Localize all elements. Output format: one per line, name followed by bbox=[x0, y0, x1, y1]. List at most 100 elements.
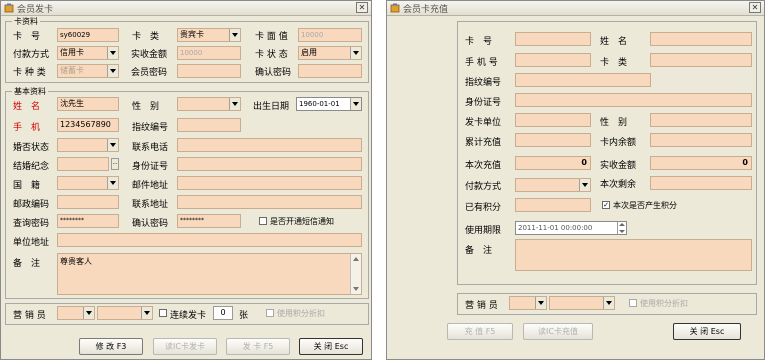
contact-phone-field[interactable] bbox=[177, 138, 362, 152]
remark-textarea[interactable]: 尊贵客人 bbox=[57, 253, 362, 295]
remark-label: 备 注 bbox=[465, 246, 493, 256]
card-type-select[interactable]: 贵宾卡 bbox=[177, 28, 241, 42]
fingerprint-field[interactable] bbox=[177, 118, 241, 132]
remark-text: 尊贵客人 bbox=[60, 257, 92, 266]
sales-select-1[interactable] bbox=[57, 306, 95, 320]
count-field[interactable]: 0 bbox=[213, 306, 233, 320]
idcard-label: 身份证号 bbox=[465, 98, 502, 108]
balance-label: 卡内余额 bbox=[600, 138, 637, 148]
remark-field[interactable] bbox=[515, 239, 752, 271]
confirm-pwd-field[interactable] bbox=[298, 64, 362, 78]
paid-amount-field[interactable]: 10000 bbox=[177, 46, 241, 60]
total-recharge-field[interactable] bbox=[515, 133, 591, 147]
sales-select-1[interactable] bbox=[509, 296, 547, 310]
chevron-down-icon bbox=[83, 307, 94, 319]
chevron-down-icon bbox=[603, 297, 614, 309]
close-button[interactable]: 关 闭 Esc bbox=[673, 323, 741, 340]
close-icon[interactable]: ✕ bbox=[356, 2, 368, 13]
card-type-label: 卡 类 bbox=[132, 32, 160, 42]
open-notify-checkbox[interactable] bbox=[259, 217, 267, 225]
continuous-issue-checkbox[interactable] bbox=[159, 309, 167, 317]
chevron-down-icon bbox=[107, 177, 118, 189]
card-type-field[interactable] bbox=[650, 53, 752, 67]
close-icon[interactable]: ✕ bbox=[749, 2, 761, 13]
chevron-down-icon bbox=[107, 139, 118, 151]
ellipsis-button[interactable]: .. bbox=[111, 158, 119, 170]
recharge-button[interactable]: 充 值 F5 bbox=[447, 323, 513, 340]
card-no-label: 卡 号 bbox=[465, 37, 493, 47]
name-label: 姓 名 bbox=[13, 102, 41, 112]
anniversary-field[interactable] bbox=[57, 157, 109, 171]
confirm-pwd2-label: 确认密码 bbox=[132, 219, 169, 229]
points-label: 已有积分 bbox=[465, 203, 502, 213]
sales-select-2[interactable] bbox=[549, 296, 615, 310]
card-no-field[interactable]: sy60029 bbox=[57, 28, 119, 42]
issue-unit-label: 发卡单位 bbox=[465, 118, 502, 128]
birth-date-picker[interactable]: 1960-01-01 bbox=[296, 97, 362, 111]
app-icon bbox=[4, 3, 14, 13]
member-pwd-field[interactable] bbox=[177, 64, 241, 78]
pay-method-select[interactable]: 信用卡 bbox=[57, 46, 119, 60]
chevron-down-icon bbox=[350, 47, 361, 59]
group-title: 卡资料 bbox=[12, 16, 40, 27]
modify-button[interactable]: 修 改 F3 bbox=[79, 338, 143, 355]
card-no-field[interactable] bbox=[515, 32, 591, 46]
issue-card-button[interactable]: 发 卡 F5 bbox=[226, 338, 290, 355]
idcard-label: 身份证号 bbox=[132, 162, 169, 172]
face-value-label: 卡 面 值 bbox=[255, 32, 288, 42]
issue-unit-field[interactable] bbox=[515, 113, 591, 127]
birth-date-label: 出生日期 bbox=[253, 102, 290, 112]
idcard-field[interactable] bbox=[177, 157, 362, 171]
sales-select-2[interactable] bbox=[97, 306, 153, 320]
gender-field[interactable] bbox=[650, 113, 752, 127]
this-recharge-field[interactable]: 0 bbox=[515, 156, 591, 170]
title-bar: 会员发卡 ✕ bbox=[1, 1, 371, 16]
member-issue-card-window: 会员发卡 ✕ 卡资料 卡 号 sy60029 卡 类 贵宾卡 卡 面 值 100… bbox=[0, 0, 372, 360]
email-field[interactable] bbox=[177, 176, 362, 190]
card-status-select[interactable]: 启用 bbox=[298, 46, 362, 60]
country-label: 国 籍 bbox=[13, 181, 41, 191]
use-points-checkbox[interactable] bbox=[266, 309, 274, 317]
name-field[interactable]: 沈先生 bbox=[57, 97, 119, 111]
confirm-pwd2-field[interactable]: ******** bbox=[177, 214, 241, 228]
scrollbar[interactable] bbox=[350, 254, 361, 294]
use-points-label: 使用积分折扣 bbox=[640, 299, 688, 308]
query-pwd-field[interactable]: ******** bbox=[57, 214, 119, 228]
mobile-label: 手 机 bbox=[13, 123, 41, 133]
gen-points-checkbox[interactable]: ✓ bbox=[602, 201, 610, 209]
pay-method-select[interactable] bbox=[515, 178, 591, 192]
mobile-field[interactable]: 1234567890 bbox=[57, 118, 119, 132]
contact-addr-field[interactable] bbox=[177, 195, 362, 209]
points-field[interactable] bbox=[515, 198, 591, 212]
gender-select[interactable] bbox=[177, 97, 241, 111]
fingerprint-field[interactable] bbox=[515, 73, 651, 87]
balance-field[interactable] bbox=[650, 133, 752, 147]
count-unit: 张 bbox=[239, 311, 249, 321]
chevron-down-icon bbox=[107, 47, 118, 59]
continuous-issue-label: 连续发卡 bbox=[170, 311, 207, 321]
card-kind-select[interactable]: 储蓄卡 bbox=[57, 64, 119, 78]
face-value-field[interactable]: 10000 bbox=[298, 28, 362, 42]
mobile-field[interactable] bbox=[515, 53, 591, 67]
close-button[interactable]: 关 闭 Esc bbox=[299, 338, 363, 355]
remaining-field[interactable] bbox=[650, 176, 752, 190]
read-card-recharge-button[interactable]: 读IC卡充值 bbox=[523, 323, 593, 340]
open-notify-label: 是否开通短信通知 bbox=[270, 217, 334, 226]
contact-phone-label: 联系电话 bbox=[132, 143, 169, 153]
paid-amount-label: 实收金额 bbox=[600, 161, 637, 171]
marital-select[interactable] bbox=[57, 138, 119, 152]
member-pwd-label: 会员密码 bbox=[131, 68, 168, 78]
company-addr-field[interactable] bbox=[57, 233, 362, 247]
spin-icon[interactable] bbox=[617, 222, 626, 234]
card-type-label: 卡 类 bbox=[600, 58, 628, 68]
paid-amount-field[interactable]: 0 bbox=[650, 156, 752, 170]
postcode-field[interactable] bbox=[57, 195, 119, 209]
use-points-checkbox[interactable] bbox=[629, 299, 637, 307]
expiry-picker[interactable]: 2011-11-01 00:00:00 bbox=[515, 221, 627, 235]
read-card-issue-button[interactable]: 读IC卡发卡 bbox=[153, 338, 217, 355]
country-select[interactable] bbox=[57, 176, 119, 190]
idcard-field[interactable] bbox=[515, 93, 752, 107]
name-field[interactable] bbox=[650, 32, 752, 46]
expiry-label: 使用期限 bbox=[465, 226, 502, 236]
fingerprint-label: 指纹编号 bbox=[465, 78, 502, 88]
